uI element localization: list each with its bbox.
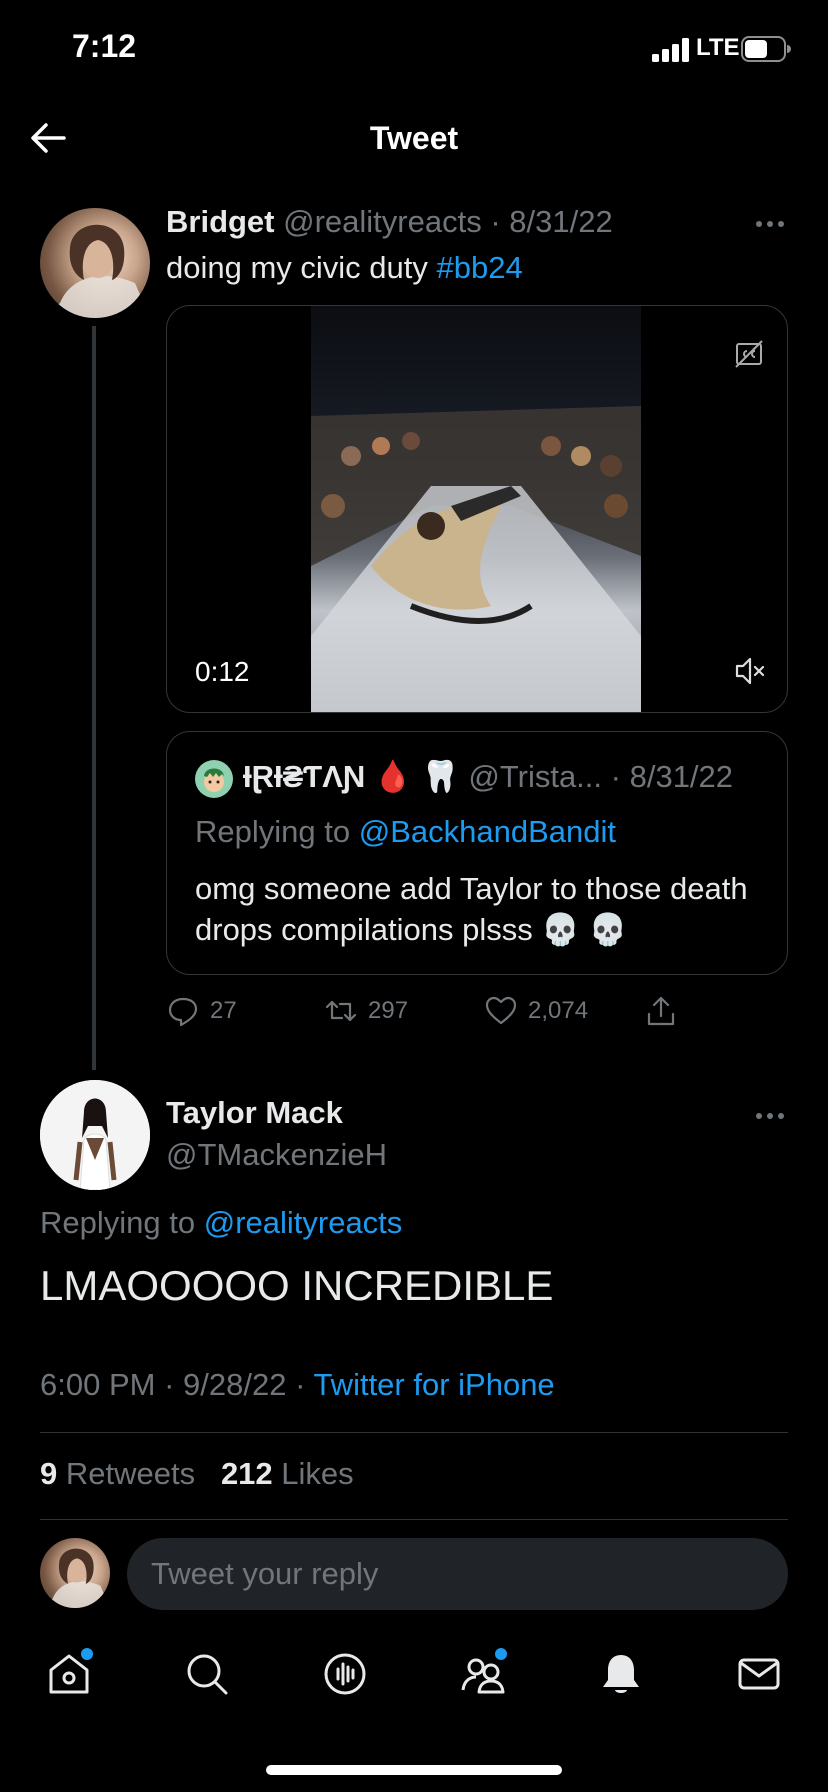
video-thumbnail[interactable] (311, 306, 641, 712)
likes-count: 212 (220, 1456, 273, 1491)
muted-speaker-icon[interactable] (733, 654, 767, 688)
share-icon (647, 996, 675, 1026)
tab-home[interactable] (45, 1646, 95, 1698)
notification-dot (79, 1646, 95, 1662)
tab-messages[interactable] (735, 1650, 783, 1698)
tweet-source-link[interactable]: Twitter for iPhone (313, 1367, 554, 1402)
more-options-icon[interactable] (752, 206, 788, 242)
home-indicator[interactable] (266, 1765, 562, 1775)
tweet-text-body: doing my civic duty (166, 250, 437, 285)
tab-communities[interactable] (459, 1646, 509, 1698)
likes-stat[interactable]: 212 Likes (221, 1456, 354, 1491)
quote-author-emoji: 🩸 🦷 (373, 759, 460, 794)
tweet-date[interactable]: 8/31/22 (509, 204, 612, 239)
quote-header: ƗⱤƗ₴ƬΛƝ 🩸 🦷 @Trista... · 8/31/22 (243, 759, 734, 794)
tweet-text: LMAOOOOO INCREDIBLE (40, 1262, 554, 1309)
my-avatar[interactable] (40, 1538, 110, 1608)
quote-text: omg someone add Taylor to those death dr… (195, 871, 748, 947)
engagement-stats: 9 Retweets 212 Likes (40, 1456, 354, 1492)
thread-connector (92, 326, 96, 1070)
video-player[interactable]: 0:12 (166, 305, 788, 713)
retweet-icon (325, 1000, 357, 1022)
closed-captions-icon[interactable] (733, 338, 765, 370)
heart-icon (485, 996, 517, 1025)
bell-icon (603, 1655, 639, 1693)
avatar[interactable] (40, 1080, 150, 1190)
share-button[interactable] (644, 994, 678, 1028)
quote-author-name[interactable]: ƗⱤƗ₴ƬΛƝ (243, 759, 365, 794)
signal-icon (652, 38, 689, 62)
tweet-header: Bridget @realityreacts · 8/31/22 (166, 204, 613, 240)
battery-icon (741, 36, 791, 62)
search-icon (187, 1654, 228, 1695)
status-time: 7:12 (72, 28, 137, 64)
retweets-label: Retweets (57, 1456, 196, 1491)
tweet-text: doing my civic duty #bb24 (166, 250, 523, 286)
tab-spaces[interactable] (321, 1650, 369, 1698)
tweet-meta: 6:00 PM · 9/28/22 · Twitter for iPhone (40, 1367, 555, 1402)
hashtag-link[interactable]: #bb24 (437, 250, 523, 285)
reply-icon (168, 997, 198, 1027)
likes-label: Likes (272, 1456, 354, 1491)
reply-count: 27 (210, 997, 237, 1024)
like-count: 2,074 (528, 997, 589, 1024)
tweet-date: 9/28/22 (183, 1367, 287, 1402)
author-handle[interactable]: @TMackenzieH (166, 1137, 387, 1173)
author-name[interactable]: Bridget (166, 204, 275, 239)
like-button[interactable]: 2,074 (484, 994, 588, 1028)
envelope-icon (738, 1658, 780, 1690)
reply-button[interactable]: 27 (166, 994, 237, 1028)
quote-avatar (195, 760, 233, 798)
author-handle[interactable]: @realityreacts (283, 204, 482, 239)
spaces-icon (324, 1653, 366, 1695)
quote-author-handle[interactable]: @Trista... (468, 759, 602, 794)
quote-replying-to: Replying to @BackhandBandit (195, 814, 616, 850)
separator: · (490, 204, 501, 239)
retweet-count: 297 (368, 997, 409, 1024)
replying-to: Replying to @realityreacts (40, 1205, 402, 1241)
replying-label: Replying to (195, 814, 359, 849)
divider (40, 1432, 788, 1433)
retweets-count: 9 (40, 1456, 58, 1491)
tweet-time: 6:00 PM (40, 1367, 156, 1402)
avatar[interactable] (40, 208, 150, 318)
more-options-icon[interactable] (752, 1098, 788, 1134)
author-name[interactable]: Taylor Mack (166, 1095, 343, 1131)
retweet-button[interactable]: 297 (324, 994, 408, 1028)
replying-to-link[interactable]: @realityreacts (204, 1205, 403, 1240)
tab-notifications[interactable] (597, 1650, 645, 1698)
page-title: Tweet (369, 120, 459, 156)
replying-to-link[interactable]: @BackhandBandit (359, 814, 616, 849)
network-label: LTE (696, 34, 740, 61)
notification-dot (493, 1646, 509, 1662)
retweets-stat[interactable]: 9 Retweets (40, 1456, 195, 1491)
quoted-tweet[interactable]: ƗⱤƗ₴ƬΛƝ 🩸 🦷 @Trista... · 8/31/22 Replyin… (166, 731, 788, 975)
reply-input[interactable] (127, 1538, 788, 1610)
divider (40, 1519, 788, 1520)
replying-label: Replying to (40, 1205, 204, 1240)
quote-date: 8/31/22 (629, 759, 734, 794)
tab-search[interactable] (183, 1650, 231, 1698)
video-duration: 0:12 (195, 656, 250, 687)
